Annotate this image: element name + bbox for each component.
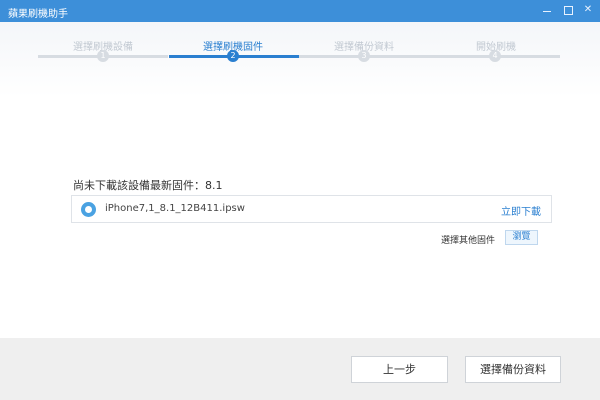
firmware-file-name: iPhone7,1_8.1_12B411.ipsw <box>105 203 245 214</box>
step-progress: 選擇刷機設備 選擇刷機固件 選擇備份資料 開始刷機 1 2 3 4 <box>0 22 600 122</box>
window-title: 蘋果刷機助手 <box>8 9 68 20</box>
download-now-link[interactable]: 立即下載 <box>501 203 541 218</box>
step-3-dot: 3 <box>358 50 370 62</box>
firmware-file-row: iPhone7,1_8.1_12B411.ipsw 立即下載 <box>71 195 552 223</box>
previous-step-button[interactable]: 上一步 <box>351 356 448 383</box>
minimize-icon[interactable] <box>540 3 554 17</box>
title-bar: 蘋果刷機助手 ✕ <box>0 0 600 22</box>
select-backup-button[interactable]: 選擇備份資料 <box>465 356 561 383</box>
close-icon[interactable]: ✕ <box>581 3 595 17</box>
footer-bar: 上一步 選擇備份資料 <box>0 338 600 400</box>
step-1-dot: 1 <box>97 50 109 62</box>
firmware-status-message: 尚未下載該設備最新固件：8.1 <box>73 179 223 192</box>
other-firmware-label: 選擇其他固件 <box>441 236 496 246</box>
browse-button[interactable]: 瀏覽 <box>505 230 538 245</box>
firmware-file-icon <box>81 202 96 217</box>
step-2-dot: 2 <box>227 50 239 62</box>
maximize-icon[interactable] <box>561 3 575 17</box>
step-4-dot: 4 <box>489 50 501 62</box>
